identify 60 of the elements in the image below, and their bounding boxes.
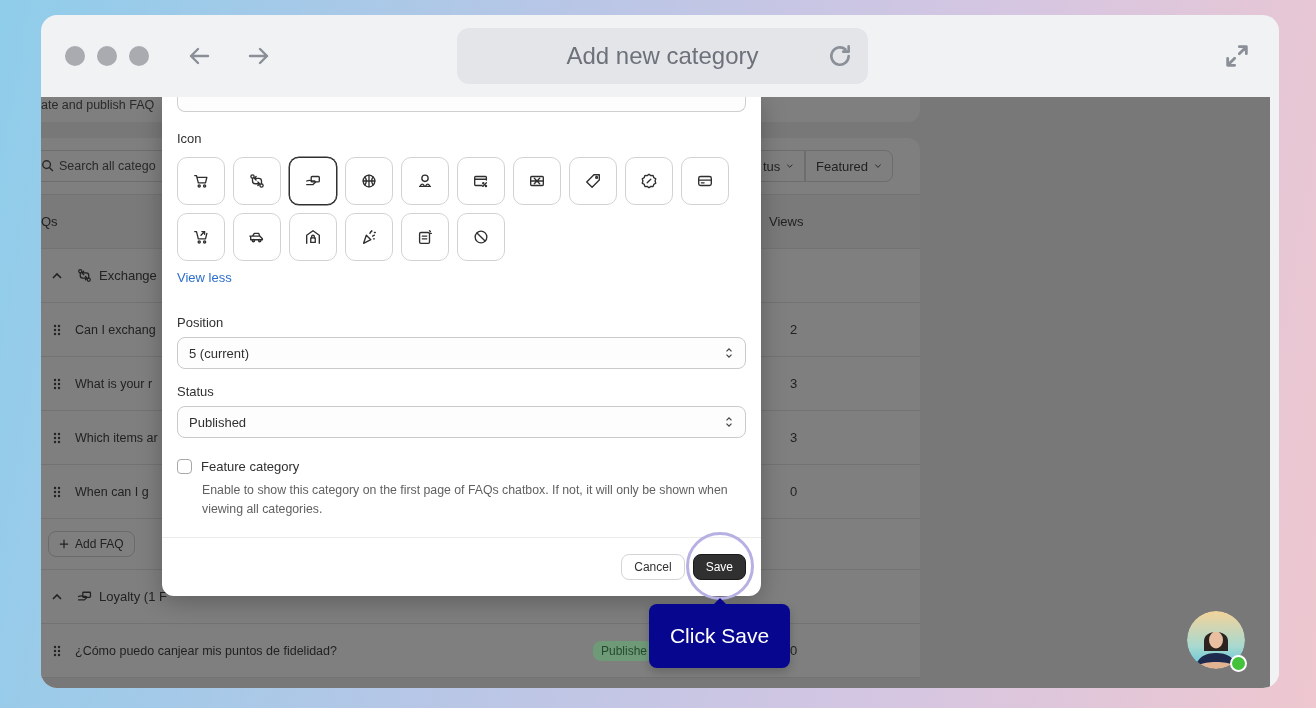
cancel-button[interactable]: Cancel — [621, 554, 685, 580]
select-field[interactable]: 5 (current) — [177, 337, 746, 369]
help-text: Enable to show this category on the first page of FAQs chatbox. If not, it will only be shown when viewing all categories. — [202, 482, 729, 518]
plus-icon — [59, 539, 69, 549]
drag-handle-icon[interactable] — [53, 644, 61, 657]
column-header: Qs — [41, 214, 58, 229]
online-status-dot — [1230, 655, 1247, 672]
exchange-icon — [76, 267, 93, 284]
filter-button[interactable]: tus — [761, 150, 805, 182]
reload-icon[interactable] — [827, 43, 853, 69]
page-subtitle: ate and publish FAQ — [41, 98, 155, 112]
award-icon — [416, 172, 434, 190]
prohibited-icon — [472, 228, 490, 246]
up-down-chevron-icon — [724, 346, 734, 360]
select-field[interactable]: Published — [177, 406, 746, 438]
field-label: Icon — [177, 131, 203, 147]
cursor-highlight — [686, 532, 754, 600]
address-bar[interactable]: Add new category — [457, 28, 868, 84]
exchange-icon — [248, 172, 266, 190]
tooltip: Click Save — [649, 604, 790, 668]
view-count: 0 — [790, 643, 798, 658]
expand-icon[interactable] — [1223, 42, 1251, 70]
percent-badge-icon — [640, 172, 658, 190]
up-down-chevron-icon — [724, 415, 734, 429]
ball-icon — [360, 172, 378, 190]
chevron-down-icon — [874, 161, 882, 171]
building-lock-icon — [304, 228, 322, 246]
faq-question: Which items ar — [75, 430, 158, 445]
faq-question: Can I exchang — [75, 322, 156, 337]
checkbox-label: Feature category — [201, 458, 300, 474]
checkbox[interactable] — [177, 458, 192, 474]
field-label: Status — [177, 384, 215, 400]
faq-question: ¿Cómo puedo canjear mis puntos de fidelidad? — [75, 643, 337, 658]
search-icon — [41, 159, 55, 173]
chevron-down-icon — [786, 161, 794, 171]
category-title: Exchange — [99, 268, 157, 283]
filter-button[interactable]: Featured — [805, 150, 893, 182]
drag-handle-icon[interactable] — [53, 377, 61, 390]
faq-question: When can I g — [75, 484, 149, 499]
view-count: 3 — [790, 376, 798, 391]
notepad-icon — [416, 228, 434, 246]
drag-handle-icon[interactable] — [53, 323, 61, 336]
add-faq-button[interactable]: Add FAQ — [48, 531, 135, 557]
view-count: 3 — [790, 430, 798, 445]
field-label: Position — [177, 315, 225, 331]
cart-sale-icon — [192, 228, 210, 246]
category-title: Loyalty (1 F — [99, 589, 167, 604]
party-popper-icon — [360, 228, 378, 246]
view-count: 2 — [790, 322, 798, 337]
drag-handle-icon[interactable] — [53, 485, 61, 498]
drag-handle-icon[interactable] — [53, 431, 61, 444]
view-less-link[interactable]: View less — [177, 270, 232, 286]
save-button[interactable]: Save — [692, 554, 746, 580]
cart-icon — [192, 172, 210, 190]
tag-icon — [584, 172, 602, 190]
text-field[interactable] — [177, 97, 746, 112]
faq-question: What is your r — [75, 376, 153, 391]
icon-option[interactable] — [289, 157, 337, 205]
view-count: 0 — [790, 484, 798, 499]
column-header: Views — [769, 214, 804, 229]
